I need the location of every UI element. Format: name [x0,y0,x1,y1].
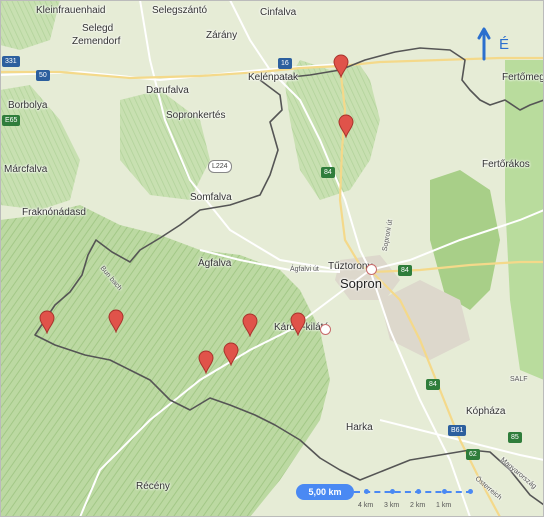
scale-dot [390,489,395,494]
road-shield-84-south: 84 [426,379,440,390]
location-marker-icon[interactable] [333,54,349,78]
location-marker-icon[interactable] [290,312,306,336]
location-marker-icon[interactable] [242,313,258,337]
road-shield-50: 50 [36,70,50,81]
place-label-sopron: Sopron [340,276,382,291]
place-label-darufalva: Darufalva [146,85,189,96]
scale-tick: 4 km [358,502,374,509]
scale-pill: 5,00 km [296,484,354,500]
road-shield-84-north: 84 [321,167,335,178]
place-label-fertomeggy: Fertőmeggy [502,72,544,83]
place-label-zarany: Zárány [206,30,238,41]
scale-bar: 5,00 km 4 km 3 km 2 km 1 km [296,482,476,509]
location-marker-icon[interactable] [39,310,55,334]
location-marker-icon[interactable] [223,342,239,366]
location-marker-icon[interactable] [338,114,354,138]
street-label-agfalvi: Ágfalvi út [290,266,319,273]
location-marker-icon[interactable] [198,350,214,374]
road-shield-62: 62 [466,449,480,460]
place-label-selegszanto: Selegszántó [152,5,208,16]
place-label-agfalva: Ágfalva [198,258,232,269]
place-label-fraknonadasd: Fraknónádasd [22,207,86,218]
road-shield-16: 16 [278,58,292,69]
road-shield-e65: E65 [2,115,21,126]
place-label-harka: Harka [346,422,373,433]
road-shield-l224: L224 [208,160,232,173]
place-label-sopronkeresztur: Sopronkertés [166,110,226,121]
place-label-kleinfrauenhaid: Kleinfrauenhaid [36,5,106,16]
scale-dot [364,489,369,494]
north-arrow-icon [477,27,491,61]
place-label-zemendorf: Zemendorf [72,36,121,47]
place-label-selegd: Selegd [82,23,114,34]
place-label-cinfalva: Cinfalva [260,7,297,18]
place-label-somfalva: Somfalva [190,192,232,203]
place-label-kophaza: Kópháza [466,406,506,417]
scale-tick: 2 km [410,502,426,509]
place-label-borbolya: Borbolya [8,100,48,111]
place-label-recseny: Récény [136,481,170,492]
tower-icon[interactable] [366,264,377,275]
scale-line [354,491,472,493]
place-label-salf: SALF [510,376,528,383]
scale-dot [468,489,473,494]
scale-tick: 3 km [384,502,400,509]
road-shield-84-city: 84 [398,265,412,276]
location-marker-icon[interactable] [108,309,124,333]
place-label-fertorakos: Fertőrákos [482,159,530,170]
scale-tick: 1 km [436,502,452,509]
north-label: É [499,36,510,53]
map-canvas[interactable]: Kleinfrauenhaid Selegszántó Cinfalva Sel… [0,0,544,517]
scale-dot [442,489,447,494]
place-label-kelenpatak: Kelénpatak [248,72,299,83]
scale-dot [416,489,421,494]
road-shield-b61: B61 [448,425,467,436]
place-label-marcfalva: Márcfalva [4,164,48,175]
road-shield-331: 331 [2,56,20,67]
viewpoint-icon[interactable] [320,324,331,335]
road-shield-85: 85 [508,432,522,443]
